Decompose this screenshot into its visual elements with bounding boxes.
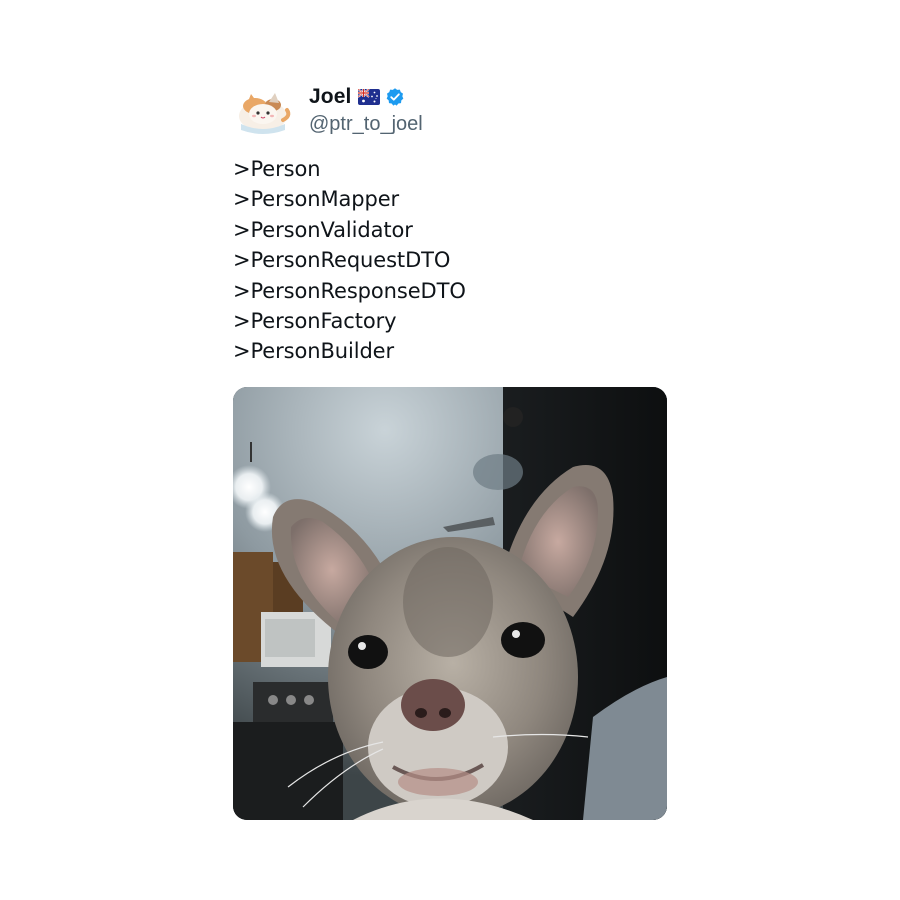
tweet-line: >PersonFactory (233, 308, 397, 333)
tweet-line: >PersonBuilder (233, 339, 395, 364)
tweet-line: >PersonValidator (233, 217, 413, 242)
tweet-line: >PersonResponseDTO (233, 278, 466, 303)
chihuahua-photo (233, 387, 667, 820)
tweet-line: >PersonMapper (233, 187, 400, 212)
tweet-photo[interactable] (233, 387, 667, 820)
handle[interactable]: @ptr_to_joel (309, 113, 423, 136)
author-names: Joel @ptr_to_joel (309, 83, 423, 136)
tweet-line: >PersonRequestDTO (233, 248, 451, 273)
verified-badge-icon (385, 87, 405, 107)
tweet-line: >Person (233, 157, 321, 181)
cat-avatar-icon (233, 80, 293, 140)
tweet-text: >Person >PersonMapper >PersonValidator >… (233, 154, 667, 367)
name-row: Joel (309, 83, 423, 111)
display-name[interactable]: Joel (309, 85, 351, 109)
avatar[interactable] (233, 80, 293, 140)
tweet-header: Joel @ptr_to_joel (233, 80, 667, 140)
australia-flag-icon (357, 87, 381, 105)
tweet[interactable]: Joel @ptr_to_joel >Person >PersonMapper … (233, 80, 667, 820)
